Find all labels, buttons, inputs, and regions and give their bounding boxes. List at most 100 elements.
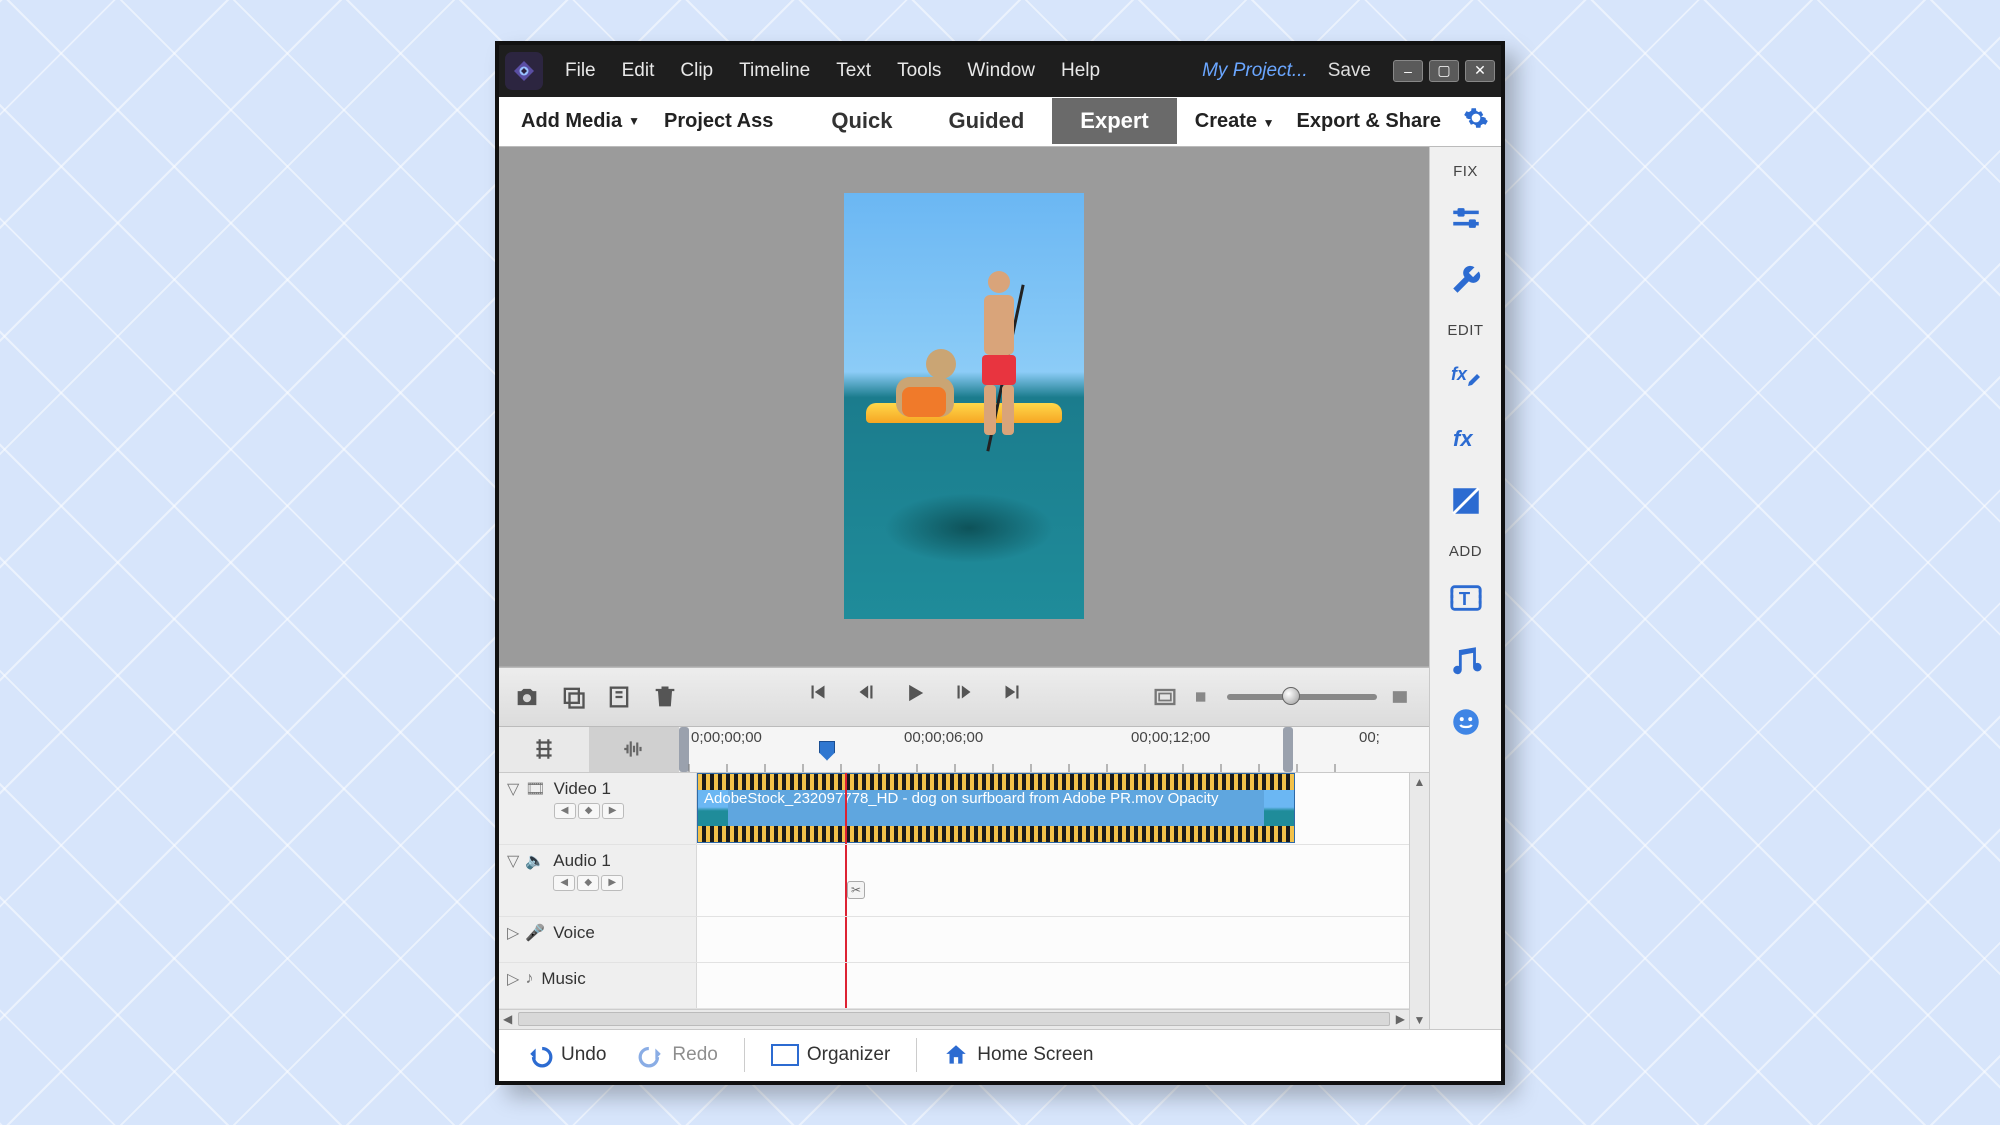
step-fwd-icon bbox=[951, 679, 977, 705]
track-next-keyframe[interactable]: ▶ bbox=[601, 875, 623, 891]
transitions-button[interactable] bbox=[1440, 475, 1492, 527]
project-name[interactable]: My Project... bbox=[1202, 60, 1308, 82]
mode-tab-expert[interactable]: Expert bbox=[1052, 98, 1176, 144]
track-header-music[interactable]: ▷ ♪ Music bbox=[499, 963, 697, 1008]
track-body-audio-1[interactable]: ✂ bbox=[697, 845, 1409, 916]
timeline-view-button[interactable] bbox=[499, 727, 589, 772]
export-share-button[interactable]: Export & Share bbox=[1297, 110, 1441, 133]
add-media-button[interactable]: Add Media ▼ bbox=[509, 110, 652, 133]
wrench-icon bbox=[1449, 263, 1483, 297]
collapse-icon[interactable]: ▽ bbox=[507, 851, 519, 871]
step-back-icon bbox=[853, 679, 879, 705]
menu-text[interactable]: Text bbox=[824, 56, 883, 86]
snapshot-button[interactable] bbox=[513, 683, 541, 711]
graphics-button[interactable] bbox=[1440, 696, 1492, 748]
organizer-button[interactable]: Organizer bbox=[759, 1040, 902, 1070]
track-add-keyframe[interactable]: ◆ bbox=[577, 875, 599, 891]
zoom-out-icon bbox=[1189, 683, 1217, 711]
sliders-icon bbox=[1449, 201, 1483, 235]
scroll-up-icon[interactable]: ▲ bbox=[1414, 775, 1426, 789]
track-body-voice[interactable] bbox=[697, 917, 1409, 962]
music-note-icon: ♪ bbox=[525, 970, 533, 988]
track-body-music[interactable] bbox=[697, 963, 1409, 1008]
safe-margins-button[interactable] bbox=[1151, 683, 1179, 711]
play-button[interactable] bbox=[901, 679, 929, 714]
scroll-down-icon[interactable]: ▼ bbox=[1414, 1013, 1426, 1027]
fx-edit-button[interactable]: fx bbox=[1440, 351, 1492, 403]
adjust-button[interactable] bbox=[1440, 192, 1492, 244]
zoom-out-button[interactable] bbox=[1189, 683, 1217, 711]
titles-button[interactable]: T bbox=[1440, 572, 1492, 624]
speaker-icon: 🔈 bbox=[525, 851, 545, 871]
ruler-ticks bbox=[679, 758, 1429, 772]
undo-label: Undo bbox=[561, 1044, 606, 1066]
track-header-voice[interactable]: ▷ 🎤 Voice bbox=[499, 917, 697, 962]
track-prev-keyframe[interactable]: ◀ bbox=[553, 875, 575, 891]
slider-thumb[interactable] bbox=[1282, 687, 1300, 705]
menu-help[interactable]: Help bbox=[1049, 56, 1112, 86]
window-maximize-button[interactable]: ▢ bbox=[1429, 60, 1459, 82]
collapse-icon[interactable]: ▽ bbox=[507, 779, 519, 799]
camera-icon bbox=[513, 683, 541, 711]
marker-icon bbox=[605, 683, 633, 711]
fx-button[interactable]: fx bbox=[1440, 413, 1492, 465]
filmstrip-icon: 🎞 bbox=[525, 779, 545, 799]
redo-label: Redo bbox=[672, 1044, 717, 1066]
track-prev-keyframe[interactable]: ◀ bbox=[554, 803, 576, 819]
timeline-v-scrollbar[interactable]: ▲ ▼ bbox=[1409, 773, 1429, 1029]
rewind-button[interactable] bbox=[805, 679, 831, 714]
rotate-button[interactable] bbox=[559, 683, 587, 711]
scroll-right-icon[interactable]: ▶ bbox=[1396, 1012, 1405, 1026]
video-clip[interactable]: AdobeStock_232097778_HD - dog on surfboa… bbox=[697, 773, 1295, 843]
track-name: Audio 1 bbox=[553, 851, 623, 871]
step-fwd-button[interactable] bbox=[951, 679, 977, 714]
caret-down-icon: ▼ bbox=[628, 114, 640, 128]
track-add-keyframe[interactable]: ◆ bbox=[578, 803, 600, 819]
track-header-video-1[interactable]: ▽ 🎞 Video 1 ◀ ◆ ▶ bbox=[499, 773, 697, 844]
menu-window[interactable]: Window bbox=[955, 56, 1047, 86]
track-body-video-1[interactable]: AdobeStock_232097778_HD - dog on surfboa… bbox=[697, 773, 1409, 844]
track-header-audio-1[interactable]: ▽ 🔈 Audio 1 ◀ ◆ ▶ bbox=[499, 845, 697, 916]
zoom-slider[interactable] bbox=[1227, 694, 1377, 700]
menu-edit[interactable]: Edit bbox=[610, 56, 667, 86]
play-icon bbox=[901, 679, 929, 707]
track-next-keyframe[interactable]: ▶ bbox=[602, 803, 624, 819]
project-assets-button[interactable]: Project Ass bbox=[652, 110, 785, 133]
settings-button[interactable] bbox=[1463, 105, 1489, 137]
menu-clip[interactable]: Clip bbox=[668, 56, 725, 86]
fast-fwd-button[interactable] bbox=[999, 679, 1025, 714]
scroll-left-icon[interactable]: ◀ bbox=[503, 1012, 512, 1026]
delete-button[interactable] bbox=[651, 683, 679, 711]
expand-icon[interactable]: ▷ bbox=[507, 923, 519, 943]
audio-view-button[interactable] bbox=[589, 727, 679, 772]
program-monitor[interactable] bbox=[499, 147, 1429, 667]
undo-button[interactable]: Undo bbox=[515, 1038, 618, 1072]
razor-tool-icon[interactable]: ✂ bbox=[847, 881, 865, 899]
expand-icon[interactable]: ▷ bbox=[507, 969, 519, 989]
create-button[interactable]: Create ▼ bbox=[1195, 110, 1275, 133]
scrollbar-track[interactable] bbox=[518, 1012, 1390, 1026]
time-ruler[interactable]: 0;00;00;00 00;00;06;00 00;00;12;00 00; bbox=[679, 727, 1429, 772]
menu-timeline[interactable]: Timeline bbox=[727, 56, 822, 86]
save-button[interactable]: Save bbox=[1328, 60, 1371, 82]
fx-icon: fx bbox=[1449, 422, 1483, 456]
tools-button[interactable] bbox=[1440, 254, 1492, 306]
zoom-in-button[interactable] bbox=[1387, 683, 1415, 711]
redo-button[interactable]: Redo bbox=[626, 1038, 729, 1072]
window-minimize-button[interactable]: – bbox=[1393, 60, 1423, 82]
step-back-button[interactable] bbox=[853, 679, 879, 714]
marker-button[interactable] bbox=[605, 683, 633, 711]
zoom-in-icon bbox=[1387, 683, 1415, 711]
timeline-toolbar: 0;00;00;00 00;00;06;00 00;00;12;00 00; bbox=[499, 727, 1429, 773]
app-logo-icon[interactable] bbox=[505, 52, 543, 90]
undo-icon bbox=[527, 1042, 553, 1068]
mode-tab-guided[interactable]: Guided bbox=[921, 98, 1053, 144]
music-button[interactable] bbox=[1440, 634, 1492, 686]
window-close-button[interactable]: ✕ bbox=[1465, 60, 1495, 82]
mode-tab-quick[interactable]: Quick bbox=[803, 98, 920, 144]
panel-section-edit: EDIT bbox=[1447, 322, 1483, 339]
menu-tools[interactable]: Tools bbox=[885, 56, 953, 86]
home-screen-button[interactable]: Home Screen bbox=[931, 1038, 1105, 1072]
menu-file[interactable]: File bbox=[553, 56, 608, 86]
timeline-h-scrollbar[interactable]: ◀ ▶ bbox=[499, 1009, 1409, 1029]
